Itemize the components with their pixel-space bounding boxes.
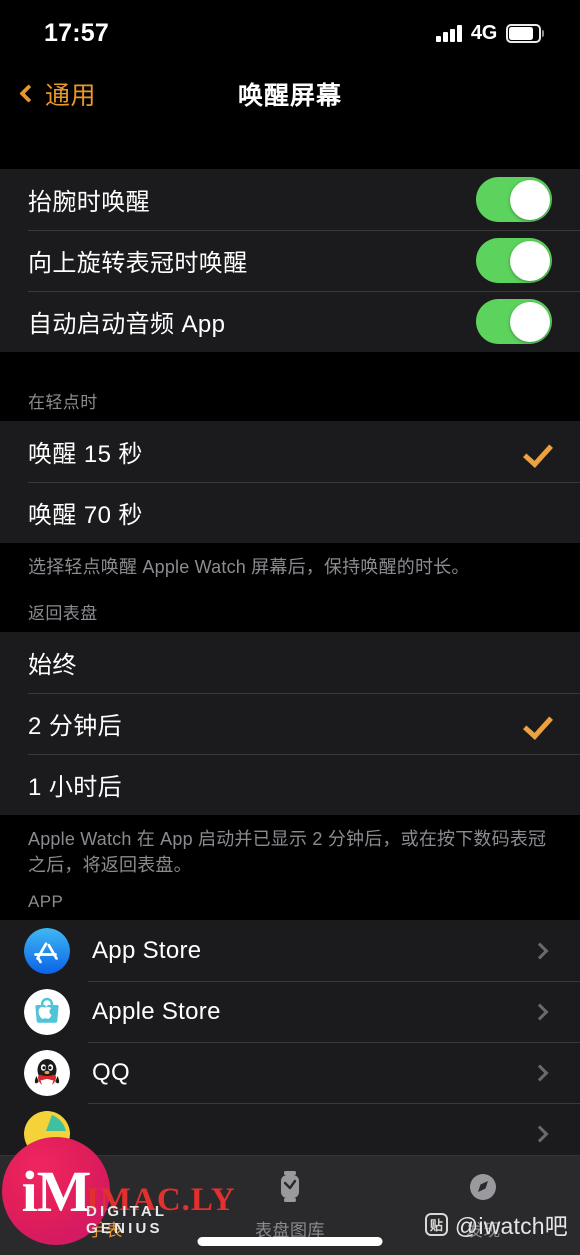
settings-content: 抬腕时唤醒 向上旋转表冠时唤醒 自动启动音频 App 在轻点时 唤醒 15 秒 … <box>0 125 580 1165</box>
row-return-always[interactable]: 始终 <box>0 632 580 693</box>
checkmark-icon <box>522 709 552 739</box>
row-label: 唤醒 15 秒 <box>28 441 143 468</box>
chevron-right-icon <box>531 1064 549 1082</box>
row-qq[interactable]: QQ <box>0 1042 580 1103</box>
row-label: 2 分钟后 <box>28 713 123 741</box>
apple-store-icon <box>24 988 70 1035</box>
app-label: QQ <box>92 1058 130 1086</box>
row-label: 1 小时后 <box>28 774 123 802</box>
row-app-store[interactable]: App Store <box>0 920 580 981</box>
row-return-after-2-minutes[interactable]: 2 分钟后 <box>0 693 580 754</box>
spacer-after-toggles <box>0 352 580 388</box>
tab-label: 的手表 <box>70 1221 123 1240</box>
chevron-right-icon <box>531 1003 549 1021</box>
row-label: 抬腕时唤醒 <box>28 189 150 216</box>
row-wrist-raise-wake[interactable]: 抬腕时唤醒 <box>0 169 580 230</box>
tab-my-watch[interactable]: 的手表 <box>0 1167 193 1241</box>
status-bar-time: 17:57 <box>44 18 109 47</box>
qq-icon <box>24 1049 70 1096</box>
battery-icon <box>506 23 544 43</box>
row-auto-launch-audio-app[interactable]: 自动启动音频 App <box>0 291 580 352</box>
spacer-after-tap <box>0 580 580 600</box>
row-label: 自动启动音频 App <box>28 311 226 338</box>
wake-toggles-group: 抬腕时唤醒 向上旋转表冠时唤醒 自动启动音频 App <box>0 169 580 352</box>
row-wake-70-seconds[interactable]: 唤醒 70 秒 <box>0 482 580 543</box>
return-to-clock-options-group: 始终 2 分钟后 1 小时后 <box>0 632 580 816</box>
section-header-app: APP <box>0 892 580 921</box>
back-button[interactable]: 通用 <box>0 76 96 112</box>
toggle-wrist-raise-wake[interactable] <box>476 177 552 222</box>
back-button-label: 通用 <box>45 81 97 110</box>
row-label: 向上旋转表冠时唤醒 <box>28 250 248 277</box>
toggle-auto-launch-audio-app[interactable] <box>476 299 552 344</box>
navigation-bar: 通用 唤醒屏幕 <box>0 62 580 125</box>
watch-icon <box>80 1167 114 1209</box>
cellular-signal-icon <box>436 24 462 42</box>
watch-face-gallery-icon <box>273 1167 307 1209</box>
spacer-after-return <box>0 878 580 893</box>
section-header-return-to-clock: 返回表盘 <box>0 599 580 633</box>
row-label: 始终 <box>28 652 77 680</box>
row-wake-15-seconds[interactable]: 唤醒 15 秒 <box>0 421 580 482</box>
app-list-group: App Store Apple Store QQ <box>0 920 580 1165</box>
toggle-crown-rotate-wake[interactable] <box>476 238 552 283</box>
partial-app-icon <box>24 1110 70 1157</box>
section-footer-return-to-clock: Apple Watch 在 App 启动并已显示 2 分钟后，或在按下数码表冠之… <box>0 815 580 879</box>
tab-discover[interactable]: 发现 <box>387 1167 580 1241</box>
chevron-right-icon <box>531 942 549 960</box>
chevron-left-icon <box>19 84 38 103</box>
app-label: App Store <box>92 936 202 964</box>
tab-bar: 的手表 表盘图库 发现 <box>0 1155 580 1255</box>
app-label: Apple Store <box>92 997 221 1025</box>
phone-screen: 17:57 4G 通用 唤醒屏幕 抬腕时唤醒 向上旋转表冠时唤醒 自动启动音频 … <box>0 0 580 1255</box>
row-label: 唤醒 70 秒 <box>28 502 143 529</box>
status-bar: 17:57 4G <box>0 0 580 62</box>
network-type-label: 4G <box>470 21 497 44</box>
row-return-after-1-hour[interactable]: 1 小时后 <box>0 754 580 815</box>
tab-face-gallery[interactable]: 表盘图库 <box>193 1167 386 1241</box>
checkmark-icon <box>522 437 552 467</box>
row-crown-rotate-wake[interactable]: 向上旋转表冠时唤醒 <box>0 230 580 291</box>
home-indicator <box>197 1237 383 1246</box>
section-header-on-tap: 在轻点时 <box>0 388 580 421</box>
status-bar-indicators: 4G <box>436 18 544 45</box>
section-footer-on-tap: 选择轻点唤醒 Apple Watch 屏幕后，保持唤醒的时长。 <box>0 543 580 581</box>
row-apple-store[interactable]: Apple Store <box>0 981 580 1042</box>
tab-label: 发现 <box>465 1221 501 1240</box>
on-tap-options-group: 唤醒 15 秒 唤醒 70 秒 <box>0 421 580 543</box>
app-store-icon <box>24 927 70 974</box>
compass-icon <box>465 1167 501 1209</box>
chevron-right-icon <box>531 1125 549 1143</box>
spacer-top <box>0 125 580 169</box>
